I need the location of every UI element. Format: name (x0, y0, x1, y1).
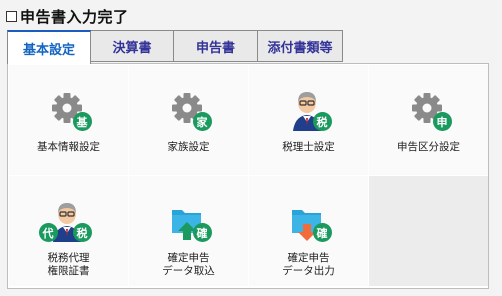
tax-agent-authority-tile[interactable]: 代 税 税務代理 権限証書 (9, 176, 128, 286)
badge: 確 (192, 223, 212, 242)
filing-category-settings-tile[interactable]: 申 申告区分設定 (369, 65, 488, 175)
tab-label: 基本設定 (22, 42, 75, 58)
tab-bar: 基本設定 決算書 申告書 添付書類等 (7, 30, 343, 64)
tile-label: 家族設定 (167, 141, 210, 153)
tab-attachments[interactable]: 添付書類等 (257, 30, 343, 62)
badge: 確 (312, 223, 332, 242)
tile-label: 税理士設定 (282, 141, 335, 153)
badge: 税 (72, 223, 92, 242)
badge: 代 (38, 223, 58, 242)
completion-checkbox[interactable] (6, 10, 17, 22)
tile-label: 確定申告 データ出力 (282, 252, 335, 277)
family-settings-tile[interactable]: 家 家族設定 (129, 65, 248, 175)
tab-label: 申告書 (195, 40, 235, 56)
tab-label: 添付書類等 (267, 40, 333, 56)
tab-financial-statements[interactable]: 決算書 (90, 30, 174, 62)
tile-label: 申告区分設定 (397, 141, 460, 153)
empty-cell (369, 176, 488, 286)
tile-label: 基本情報設定 (37, 141, 100, 153)
tab-tax-return[interactable]: 申告書 (173, 30, 258, 62)
badge: 申 (432, 112, 452, 131)
settings-panel: 基 基本情報設定 家 家族設定 税 税理士設定 申 申告区分設定 代 税 税務代… (7, 63, 489, 289)
data-import-tile[interactable]: 確 確定申告 データ取込 (129, 176, 248, 286)
badge: 基 (72, 112, 92, 131)
data-export-tile[interactable]: 確 確定申告 データ出力 (249, 176, 368, 286)
tab-label: 決算書 (112, 40, 152, 56)
tab-basic-settings[interactable]: 基本設定 (7, 30, 91, 64)
basic-info-settings-tile[interactable]: 基 基本情報設定 (9, 65, 128, 175)
badge: 税 (312, 112, 332, 131)
completion-checkbox-label: 申告書入力完了 (20, 7, 129, 26)
badge: 家 (192, 112, 212, 131)
settings-grid: 基 基本情報設定 家 家族設定 税 税理士設定 申 申告区分設定 代 税 税務代… (9, 65, 488, 286)
tax-accountant-settings-tile[interactable]: 税 税理士設定 (249, 65, 368, 175)
tile-label: 税務代理 権限証書 (47, 252, 90, 277)
tile-label: 確定申告 データ取込 (162, 252, 215, 277)
completion-toggle[interactable]: 申告書入力完了 (6, 6, 129, 26)
